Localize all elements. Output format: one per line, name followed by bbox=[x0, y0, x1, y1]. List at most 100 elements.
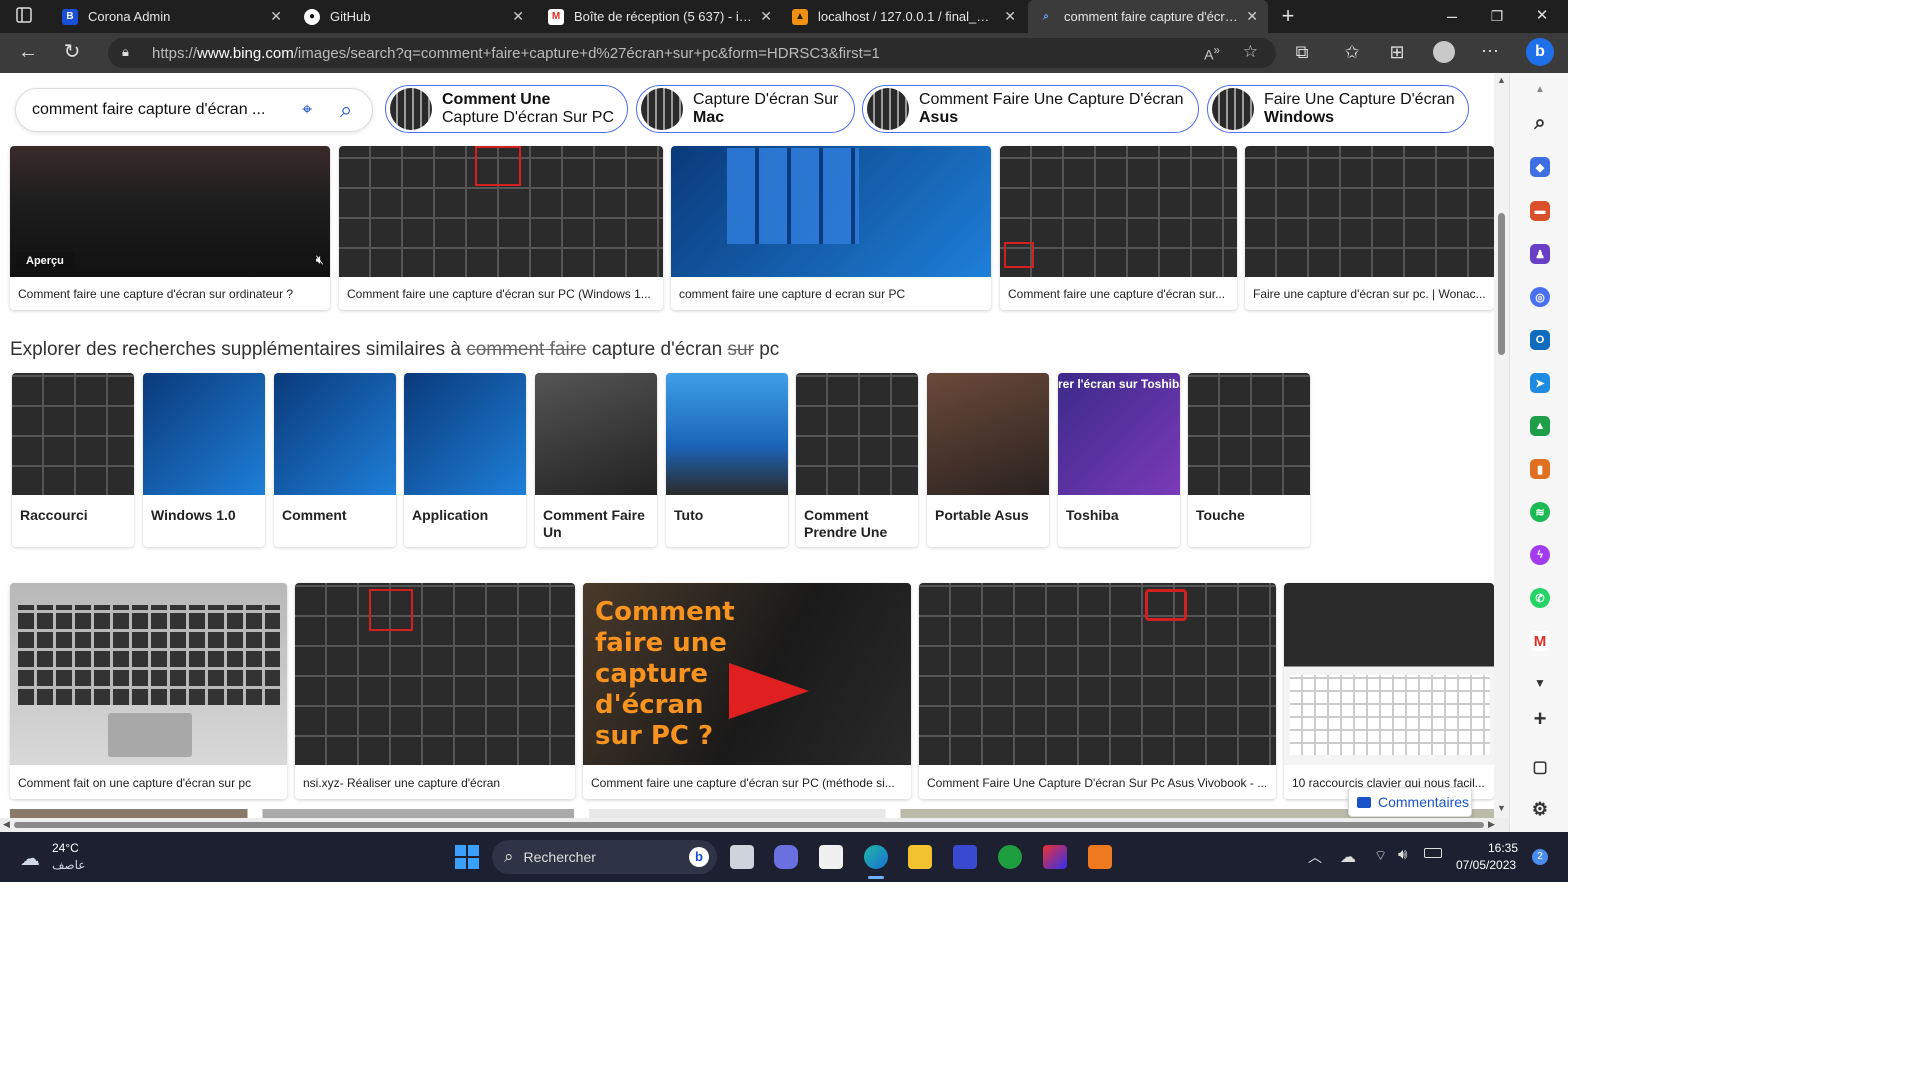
image-result[interactable]: Faire une capture d'écran sur pc. | Wona… bbox=[1245, 146, 1494, 310]
related-search-item[interactable]: Raccourci bbox=[12, 373, 134, 547]
taskbar-search[interactable]: ⌕ Rechercher b bbox=[492, 840, 717, 874]
scroll-right-arrow-icon[interactable]: ▶ bbox=[1488, 819, 1495, 830]
bing-chat-icon[interactable]: b bbox=[1526, 38, 1554, 66]
scroll-up-arrow-icon[interactable]: ▲ bbox=[1497, 75, 1506, 85]
image-result[interactable]: 10 raccourcis clavier qui nous facil... bbox=[1284, 583, 1494, 799]
favorites-icon[interactable]: ✩ bbox=[1340, 42, 1364, 62]
related-search-item[interactable]: Tuto bbox=[666, 373, 788, 547]
file-explorer-icon[interactable] bbox=[908, 845, 932, 869]
games-icon[interactable]: ♟ bbox=[1530, 244, 1550, 264]
battery-icon[interactable] bbox=[1424, 848, 1442, 858]
refresh-icon[interactable]: ↻ bbox=[60, 42, 84, 62]
mute-icon[interactable]: 🔇︎ bbox=[316, 252, 324, 268]
related-chip-1[interactable]: Comment Une Capture D'écran Sur PC bbox=[385, 85, 628, 133]
app-icon[interactable] bbox=[1088, 845, 1112, 869]
more-menu-icon[interactable]: ⋯ bbox=[1478, 41, 1502, 61]
extensions-icon[interactable]: ⧉ bbox=[1290, 42, 1314, 62]
maximize-icon[interactable]: ❐ bbox=[1485, 6, 1509, 26]
tree-icon[interactable]: ▲ bbox=[1530, 416, 1550, 436]
gmail-icon[interactable]: M bbox=[1530, 631, 1550, 651]
collections-icon[interactable]: ⊞ bbox=[1385, 42, 1409, 62]
scroll-left-arrow-icon[interactable]: ◀ bbox=[3, 819, 10, 830]
related-search-item[interactable]: rer l'écran sur Toshiba Toshiba bbox=[1058, 373, 1180, 547]
stats-icon[interactable]: ▮ bbox=[1530, 459, 1550, 479]
image-result[interactable]: Comment faire une capture d'écran sur PC… bbox=[583, 583, 911, 799]
search-input[interactable]: comment faire capture d'écran ... ⌖ ⌕ bbox=[15, 88, 373, 132]
add-icon[interactable]: + bbox=[1530, 706, 1550, 731]
search-icon[interactable]: ⌕ bbox=[340, 97, 352, 123]
tab-gmail[interactable]: M Boîte de réception (5 637) - iheb ✕ bbox=[538, 0, 782, 33]
related-search-item[interactable]: Touche bbox=[1188, 373, 1310, 547]
outlook-icon[interactable]: O bbox=[1530, 330, 1550, 350]
close-tab-icon[interactable]: ✕ bbox=[270, 8, 282, 25]
related-chip-2[interactable]: Capture D'écran Sur Mac bbox=[636, 85, 855, 133]
read-aloud-icon[interactable]: A» bbox=[1204, 44, 1220, 63]
sidebar-toggle-icon[interactable]: ▢ bbox=[1530, 757, 1550, 777]
close-tab-icon[interactable]: ✕ bbox=[1004, 8, 1016, 25]
weather-temp[interactable]: 24°C bbox=[52, 841, 79, 855]
close-tab-icon[interactable]: ✕ bbox=[512, 8, 524, 25]
scroll-up-icon[interactable]: ▲ bbox=[1530, 79, 1550, 99]
related-search-item[interactable]: Comment bbox=[274, 373, 396, 547]
image-result[interactable]: comment faire une capture d ecran sur PC bbox=[671, 146, 991, 310]
app-icon[interactable] bbox=[953, 845, 977, 869]
send-icon[interactable]: ➤ bbox=[1530, 373, 1550, 393]
tab-github[interactable]: ● GitHub ✕ bbox=[294, 0, 534, 33]
volume-icon[interactable]: 🔊︎ bbox=[1398, 846, 1407, 863]
image-result[interactable]: Aperçu 🔇︎ Comment faire une capture d'éc… bbox=[10, 146, 330, 310]
tab-phpmyadmin[interactable]: ▲ localhost / 127.0.0.1 / final_proje ✕ bbox=[782, 0, 1026, 33]
horizontal-scrollbar[interactable]: ◀ ▶ bbox=[0, 818, 1509, 832]
microsoft-365-icon[interactable]: ◎ bbox=[1530, 287, 1550, 307]
chevron-up-icon[interactable]: ︿ bbox=[1308, 847, 1322, 867]
clock-date[interactable]: 07/05/2023 bbox=[1456, 858, 1516, 872]
tab-actions-icon[interactable] bbox=[12, 6, 36, 28]
xbox-icon[interactable] bbox=[998, 845, 1022, 869]
tools-icon[interactable]: ▬ bbox=[1530, 201, 1550, 221]
close-tab-icon[interactable]: ✕ bbox=[760, 8, 772, 25]
scrollbar-thumb[interactable] bbox=[1498, 213, 1505, 355]
back-arrow-icon[interactable]: ← bbox=[16, 42, 40, 62]
related-search-item[interactable]: Windows 1.0 bbox=[143, 373, 265, 547]
clock-time[interactable]: 16:35 bbox=[1488, 841, 1518, 855]
profile-avatar[interactable] bbox=[1433, 41, 1455, 63]
vertical-scrollbar[interactable]: ▲ ▼ bbox=[1494, 73, 1509, 818]
related-search-item[interactable]: Comment Prendre Une bbox=[796, 373, 918, 547]
chevron-down-icon[interactable]: ▼ bbox=[1530, 673, 1550, 693]
search-icon[interactable]: ⌕ bbox=[1530, 112, 1550, 134]
new-tab-icon[interactable]: + bbox=[1276, 5, 1300, 27]
address-field[interactable]: 🔒︎ https://www.bing.com/images/search?q=… bbox=[108, 38, 1276, 68]
visual-search-icon[interactable]: ⌖ bbox=[302, 99, 312, 120]
cloud-icon[interactable]: ☁ bbox=[1340, 847, 1356, 867]
feedback-button[interactable]: Commentaires bbox=[1348, 787, 1472, 817]
image-result[interactable]: Comment faire une capture d'écran sur... bbox=[1000, 146, 1237, 310]
messenger-icon[interactable]: ϟ bbox=[1530, 545, 1550, 565]
image-result[interactable]: Comment faire une capture d'écran sur PC… bbox=[339, 146, 663, 310]
image-result[interactable]: Comment Faire Une Capture D'écran Sur Pc… bbox=[919, 583, 1276, 799]
image-result[interactable]: Comment fait on une capture d'écran sur … bbox=[10, 583, 287, 799]
wifi-icon[interactable]: ⌔ bbox=[1374, 847, 1387, 865]
minimize-icon[interactable]: – bbox=[1440, 6, 1464, 26]
weather-icon[interactable]: ☁ bbox=[20, 846, 40, 871]
tab-bing-search[interactable]: ⌕ comment faire capture d'écran su ✕ bbox=[1028, 0, 1268, 33]
tab-corona-admin[interactable]: B Corona Admin ✕ bbox=[52, 0, 292, 33]
related-search-item[interactable]: Comment Faire Un bbox=[535, 373, 657, 547]
notification-badge[interactable]: 2 bbox=[1532, 849, 1548, 865]
image-result[interactable]: nsi.xyz- Réaliser une capture d'écran bbox=[295, 583, 575, 799]
start-windows-icon[interactable] bbox=[455, 845, 479, 869]
task-view-icon[interactable] bbox=[730, 845, 754, 869]
shopping-tag-icon[interactable]: ◆ bbox=[1530, 157, 1550, 177]
add-favorite-icon[interactable]: ☆ bbox=[1243, 42, 1258, 62]
related-chip-3[interactable]: Comment Faire Une Capture D'écran Asus bbox=[862, 85, 1199, 133]
edge-browser-icon[interactable] bbox=[864, 845, 888, 869]
related-search-item[interactable]: Portable Asus bbox=[927, 373, 1049, 547]
close-window-icon[interactable]: ✕ bbox=[1530, 6, 1554, 26]
meet-icon[interactable] bbox=[774, 845, 798, 869]
settings-gear-icon[interactable]: ⚙ bbox=[1530, 799, 1550, 819]
related-search-item[interactable]: Application bbox=[404, 373, 526, 547]
spotify-icon[interactable]: ≋ bbox=[1530, 502, 1550, 522]
scrollbar-thumb[interactable] bbox=[14, 822, 1484, 828]
scroll-down-arrow-icon[interactable]: ▼ bbox=[1497, 803, 1506, 813]
close-tab-icon[interactable]: ✕ bbox=[1246, 8, 1258, 25]
store-icon[interactable] bbox=[819, 845, 843, 869]
whatsapp-icon[interactable]: ✆ bbox=[1530, 588, 1550, 608]
